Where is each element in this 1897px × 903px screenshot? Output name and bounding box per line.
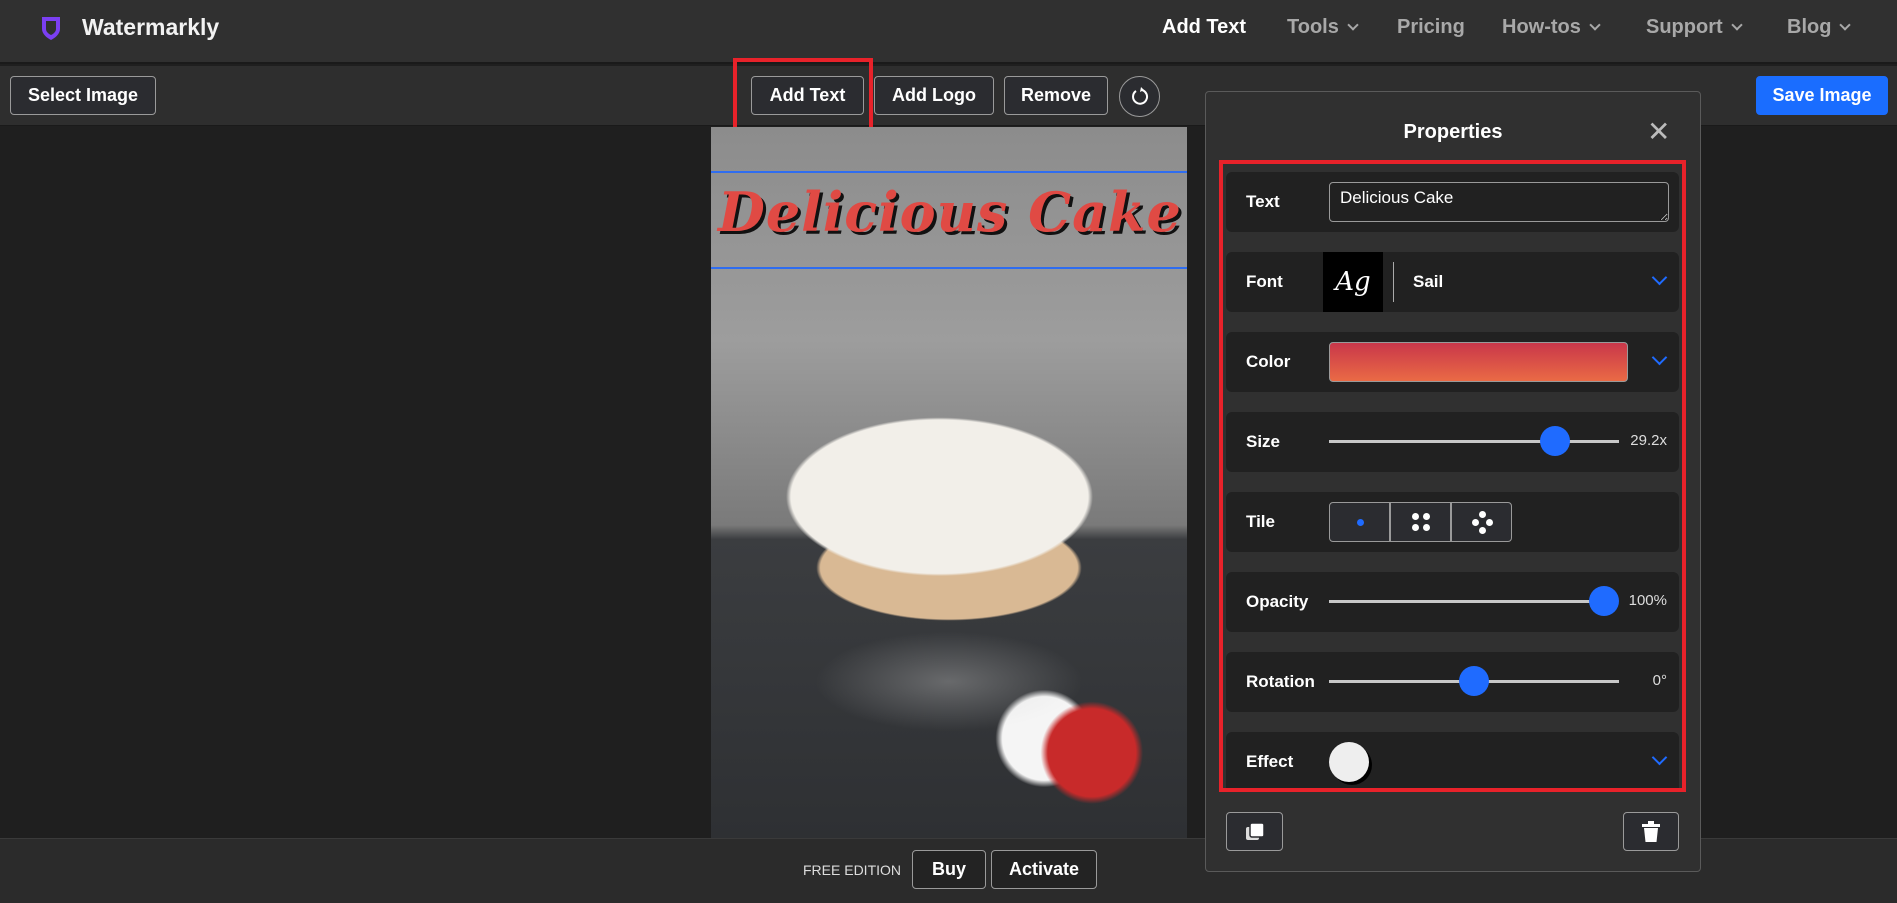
nav-label: Pricing [1397, 16, 1465, 38]
nav-how-tos[interactable]: How-tos [1502, 16, 1603, 39]
chevron-down-icon [1730, 18, 1743, 31]
rotation-slider-thumb[interactable] [1459, 666, 1489, 696]
copy-icon [1245, 821, 1265, 840]
nav-add-text[interactable]: Add Text [1162, 16, 1246, 39]
close-icon[interactable]: ✕ [1647, 118, 1670, 146]
effect-label: Effect [1246, 752, 1294, 771]
selection-bottom-line [711, 267, 1187, 269]
highlight-box-add-text [733, 58, 873, 136]
rotate-icon [1131, 86, 1148, 105]
opacity-slider-thumb[interactable] [1589, 586, 1619, 616]
font-preview: Ag [1323, 252, 1383, 312]
rotation-slider[interactable] [1329, 666, 1619, 696]
save-image-button[interactable]: Save Image [1756, 76, 1888, 115]
font-label: Font [1246, 272, 1283, 291]
size-value: 29.2x [1630, 432, 1667, 449]
color-swatch[interactable] [1329, 342, 1628, 382]
opacity-slider[interactable] [1329, 586, 1619, 616]
nav-tools[interactable]: Tools [1287, 16, 1361, 39]
chevron-down-icon [1839, 18, 1852, 31]
nav-label: Tools [1287, 16, 1339, 38]
nav-label: Blog [1787, 16, 1832, 38]
opacity-label: Opacity [1246, 592, 1309, 611]
text-row: Text Delicious Cake [1226, 172, 1679, 232]
size-slider[interactable] [1329, 426, 1619, 456]
nav-support[interactable]: Support [1646, 16, 1745, 39]
duplicate-button[interactable] [1226, 812, 1283, 851]
panel-title: Properties [1403, 121, 1503, 143]
text-label: Text [1246, 192, 1280, 211]
size-slider-thumb[interactable] [1540, 426, 1571, 456]
font-name: Sail [1413, 272, 1444, 291]
edition-label: FREE EDITION [803, 862, 902, 878]
chevron-down-icon[interactable] [1651, 269, 1668, 286]
top-nav-bar [0, 0, 1897, 64]
tile-grid-button[interactable] [1390, 502, 1451, 542]
divider [1393, 262, 1394, 302]
color-label: Color [1246, 352, 1291, 371]
chevron-down-icon[interactable] [1651, 349, 1668, 366]
tile-row: Tile [1226, 492, 1679, 552]
nav-label: How-tos [1502, 16, 1581, 38]
color-row: Color [1226, 332, 1679, 392]
tile-single-button[interactable] [1329, 502, 1390, 542]
chevron-down-icon[interactable] [1651, 749, 1668, 766]
rotation-label: Rotation [1246, 672, 1315, 691]
nav-label: Add Text [1162, 16, 1247, 38]
nav-pricing[interactable]: Pricing [1397, 16, 1465, 39]
opacity-value: 100% [1628, 592, 1667, 609]
remove-button[interactable]: Remove [1004, 76, 1108, 115]
size-label: Size [1246, 432, 1281, 451]
effect-swatch[interactable] [1329, 742, 1369, 782]
text-watermark[interactable]: Delicious Cake [718, 180, 1182, 244]
rotation-value: 0° [1652, 672, 1667, 689]
trash-icon [1642, 820, 1660, 842]
shield-logo-icon [42, 17, 60, 40]
chevron-down-icon [1589, 18, 1601, 31]
add-logo-button[interactable]: Add Logo [874, 76, 994, 115]
chevron-down-icon [1347, 18, 1359, 31]
size-row: Size 29.2x [1226, 412, 1679, 472]
brand-name[interactable]: Watermarkly [82, 14, 219, 41]
selection-top-line [711, 171, 1187, 173]
activate-button[interactable]: Activate [991, 850, 1097, 889]
select-image-button[interactable]: Select Image [10, 76, 156, 115]
nav-blog[interactable]: Blog [1787, 16, 1853, 39]
opacity-row: Opacity 100% [1226, 572, 1679, 632]
reset-button[interactable] [1119, 76, 1160, 117]
text-input[interactable]: Delicious Cake [1329, 182, 1669, 222]
buy-button[interactable]: Buy [912, 850, 986, 889]
font-row[interactable]: Font Ag Sail [1226, 252, 1679, 312]
single-dot-icon [1357, 519, 1364, 526]
delete-button[interactable] [1623, 812, 1679, 851]
tile-label: Tile [1246, 512, 1275, 531]
tile-diagonal-button[interactable] [1451, 502, 1512, 542]
rotation-row: Rotation 0° [1226, 652, 1679, 712]
nav-label: Support [1646, 16, 1723, 38]
effect-row: Effect [1226, 732, 1679, 788]
